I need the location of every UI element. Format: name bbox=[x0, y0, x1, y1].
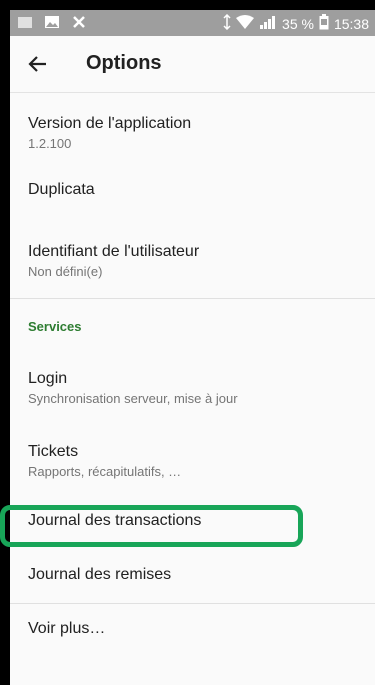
list-item-version[interactable]: Version de l'application 1.2.100 bbox=[10, 93, 375, 165]
list-item-title: Version de l'application bbox=[28, 115, 192, 132]
section-label: Services bbox=[28, 319, 82, 334]
page-title: Options bbox=[86, 52, 162, 74]
list-item-duplicata[interactable]: Duplicata bbox=[10, 165, 375, 221]
image-icon bbox=[43, 14, 61, 30]
list-item-tickets[interactable]: Tickets Rapports, récapitulatifs, … bbox=[10, 419, 375, 495]
wifi-icon bbox=[236, 15, 255, 32]
section-header-services: Services bbox=[10, 299, 375, 343]
list-item-title: Duplicata bbox=[28, 181, 95, 198]
list-item-transactions-journal[interactable]: Journal des transactions bbox=[10, 495, 375, 551]
status-bar: 35 % 15:38 bbox=[10, 10, 375, 36]
list-item-remises-journal[interactable]: Journal des remises bbox=[10, 551, 375, 603]
list-item-title: Journal des transactions bbox=[28, 512, 202, 529]
list-item-subtitle: Non défini(e) bbox=[28, 264, 103, 279]
list-item-title: Voir plus… bbox=[28, 620, 106, 637]
list-item-subtitle: Synchronisation serveur, mise à jour bbox=[28, 391, 238, 406]
phone-screen: 35 % 15:38 Options Version de l'applicat… bbox=[10, 10, 375, 685]
list-item-title: Identifiant de l'utilisateur bbox=[28, 243, 200, 260]
battery-text: 35 % bbox=[282, 15, 314, 32]
back-arrow-icon[interactable] bbox=[26, 52, 50, 76]
clock: 15:38 bbox=[333, 15, 369, 32]
list-item-see-more[interactable]: Voir plus… bbox=[10, 604, 375, 656]
x-icon bbox=[70, 14, 88, 30]
sim-icon bbox=[16, 14, 34, 30]
battery-icon bbox=[319, 14, 329, 33]
list-item-title: Journal des remises bbox=[28, 566, 172, 583]
list-item-subtitle: Rapports, récapitulatifs, … bbox=[28, 464, 182, 479]
list-item-login[interactable]: Login Synchronisation serveur, mise à jo… bbox=[10, 343, 375, 419]
vibrate-icon bbox=[223, 13, 231, 33]
options-list: Version de l'application 1.2.100 Duplica… bbox=[10, 93, 375, 656]
list-item-title: Tickets bbox=[28, 443, 79, 460]
list-item-title: Login bbox=[28, 370, 68, 387]
list-item-subtitle: 1.2.100 bbox=[28, 136, 72, 151]
signal-icon bbox=[259, 15, 277, 32]
app-bar: Options bbox=[10, 36, 375, 93]
list-item-user-id[interactable]: Identifiant de l'utilisateur Non défini(… bbox=[10, 221, 375, 298]
